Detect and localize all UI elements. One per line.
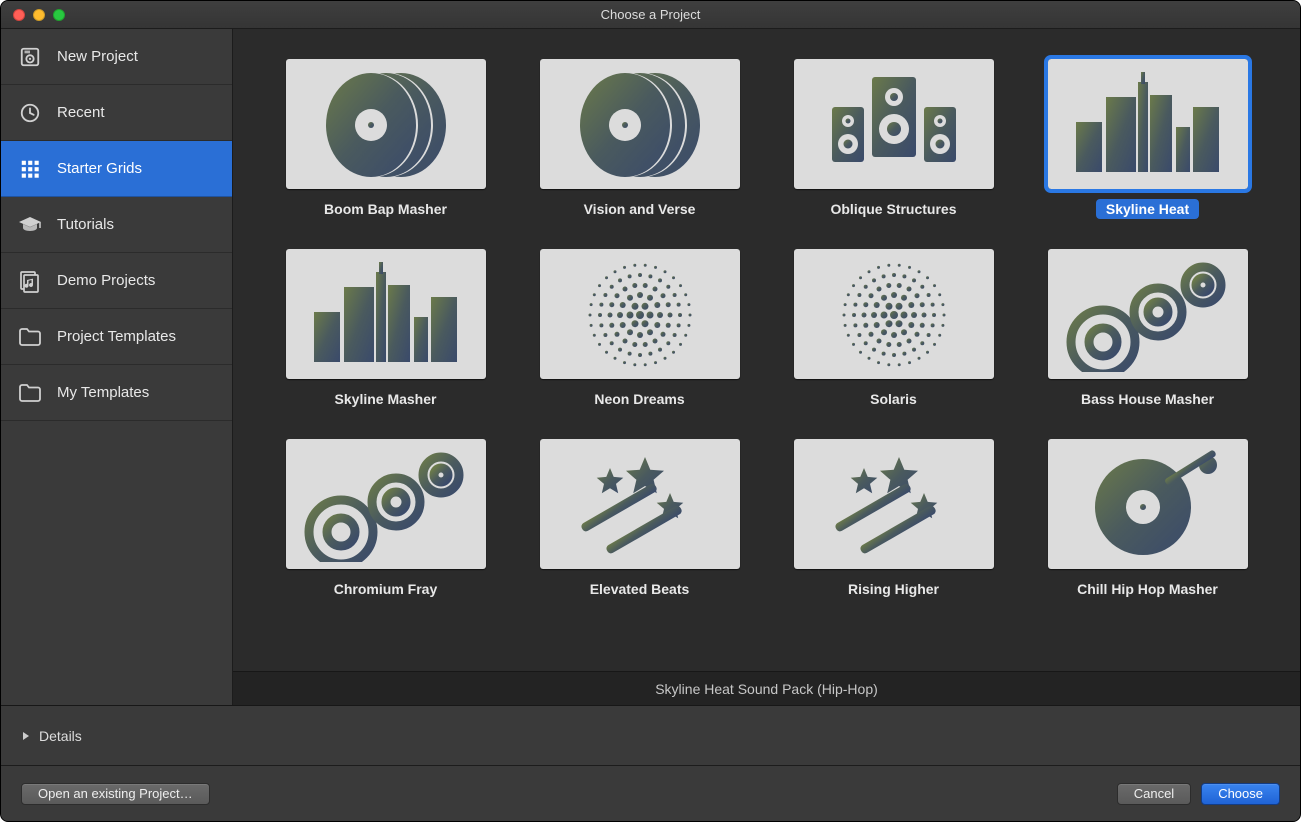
body: New Project Recent Starter Grids Tutorials D… <box>1 29 1300 705</box>
template-thumbnail <box>540 249 740 379</box>
template-thumbnail <box>540 439 740 569</box>
details-label: Details <box>39 728 82 744</box>
window-title: Choose a Project <box>1 7 1300 22</box>
folder-icon <box>17 380 43 406</box>
sidebar-item-recent[interactable]: Recent <box>1 85 232 141</box>
template-tile[interactable]: Oblique Structures <box>794 59 994 219</box>
template-label: Skyline Masher <box>325 389 447 409</box>
disclosure-triangle-icon <box>21 728 31 744</box>
minimize-icon[interactable] <box>33 9 45 21</box>
template-tile[interactable]: Chill Hip Hop Masher <box>1048 439 1248 599</box>
template-tile[interactable]: Vision and Verse <box>540 59 740 219</box>
window-controls <box>1 9 65 21</box>
template-thumbnail <box>794 249 994 379</box>
sidebar-item-label: Starter Grids <box>57 160 142 177</box>
close-icon[interactable] <box>13 9 25 21</box>
sidebar-item-label: Project Templates <box>57 328 176 345</box>
cancel-button[interactable]: Cancel <box>1117 783 1191 805</box>
template-tile[interactable]: Skyline Masher <box>286 249 486 409</box>
template-thumbnail <box>286 249 486 379</box>
template-thumbnail <box>1048 249 1248 379</box>
maximize-icon[interactable] <box>53 9 65 21</box>
template-tile[interactable]: Neon Dreams <box>540 249 740 409</box>
sidebar-item-starter-grids[interactable]: Starter Grids <box>1 141 232 197</box>
template-label: Rising Higher <box>838 579 949 599</box>
template-tile[interactable]: Solaris <box>794 249 994 409</box>
description-bar: Skyline Heat Sound Pack (Hip-Hop) <box>233 671 1300 705</box>
template-thumbnail <box>794 439 994 569</box>
project-chooser-window: Choose a Project New Project Recent Starte… <box>0 0 1301 822</box>
template-thumbnail <box>286 439 486 569</box>
template-thumbnail <box>286 59 486 189</box>
template-tile[interactable]: Rising Higher <box>794 439 994 599</box>
template-label: Chromium Fray <box>324 579 447 599</box>
template-tile[interactable]: Boom Bap Masher <box>286 59 486 219</box>
sidebar: New Project Recent Starter Grids Tutorials D… <box>1 29 233 705</box>
footer: Open an existing Project… Cancel Choose <box>1 765 1300 821</box>
template-tile[interactable]: Skyline Heat <box>1048 59 1248 219</box>
template-label: Bass House Masher <box>1071 389 1224 409</box>
template-thumbnail <box>540 59 740 189</box>
template-thumbnail <box>1048 439 1248 569</box>
music-doc-icon <box>17 268 43 294</box>
sidebar-item-label: Tutorials <box>57 216 114 233</box>
template-tile[interactable]: Bass House Masher <box>1048 249 1248 409</box>
sidebar-item-label: Recent <box>57 104 105 121</box>
titlebar: Choose a Project <box>1 1 1300 29</box>
open-existing-button[interactable]: Open an existing Project… <box>21 783 210 805</box>
grid-icon <box>17 156 43 182</box>
sidebar-item-new-project[interactable]: New Project <box>1 29 232 85</box>
details-toggle[interactable]: Details <box>1 705 1300 765</box>
template-label: Oblique Structures <box>820 199 966 219</box>
sidebar-item-label: Demo Projects <box>57 272 155 289</box>
template-label: Neon Dreams <box>584 389 694 409</box>
sidebar-item-label: New Project <box>57 48 138 65</box>
template-tile[interactable]: Elevated Beats <box>540 439 740 599</box>
template-label: Solaris <box>860 389 927 409</box>
sidebar-item-project-templates[interactable]: Project Templates <box>1 309 232 365</box>
template-label: Elevated Beats <box>580 579 700 599</box>
template-tile[interactable]: Chromium Fray <box>286 439 486 599</box>
choose-button[interactable]: Choose <box>1201 783 1280 805</box>
sidebar-item-demo-projects[interactable]: Demo Projects <box>1 253 232 309</box>
folder-icon <box>17 324 43 350</box>
template-label: Boom Bap Masher <box>314 199 457 219</box>
sidebar-item-my-templates[interactable]: My Templates <box>1 365 232 421</box>
template-label: Skyline Heat <box>1096 199 1199 219</box>
template-label: Chill Hip Hop Masher <box>1067 579 1228 599</box>
grad-cap-icon <box>17 212 43 238</box>
sidebar-item-tutorials[interactable]: Tutorials <box>1 197 232 253</box>
template-grid: Boom Bap Masher Vision and Verse Oblique S… <box>233 59 1300 599</box>
template-thumbnail <box>794 59 994 189</box>
disk-icon <box>17 44 43 70</box>
clock-icon <box>17 100 43 126</box>
grid-scroll[interactable]: Boom Bap Masher Vision and Verse Oblique S… <box>233 29 1300 671</box>
sidebar-item-label: My Templates <box>57 384 149 401</box>
template-thumbnail <box>1048 59 1248 189</box>
template-label: Vision and Verse <box>574 199 706 219</box>
main: Boom Bap Masher Vision and Verse Oblique S… <box>233 29 1300 705</box>
